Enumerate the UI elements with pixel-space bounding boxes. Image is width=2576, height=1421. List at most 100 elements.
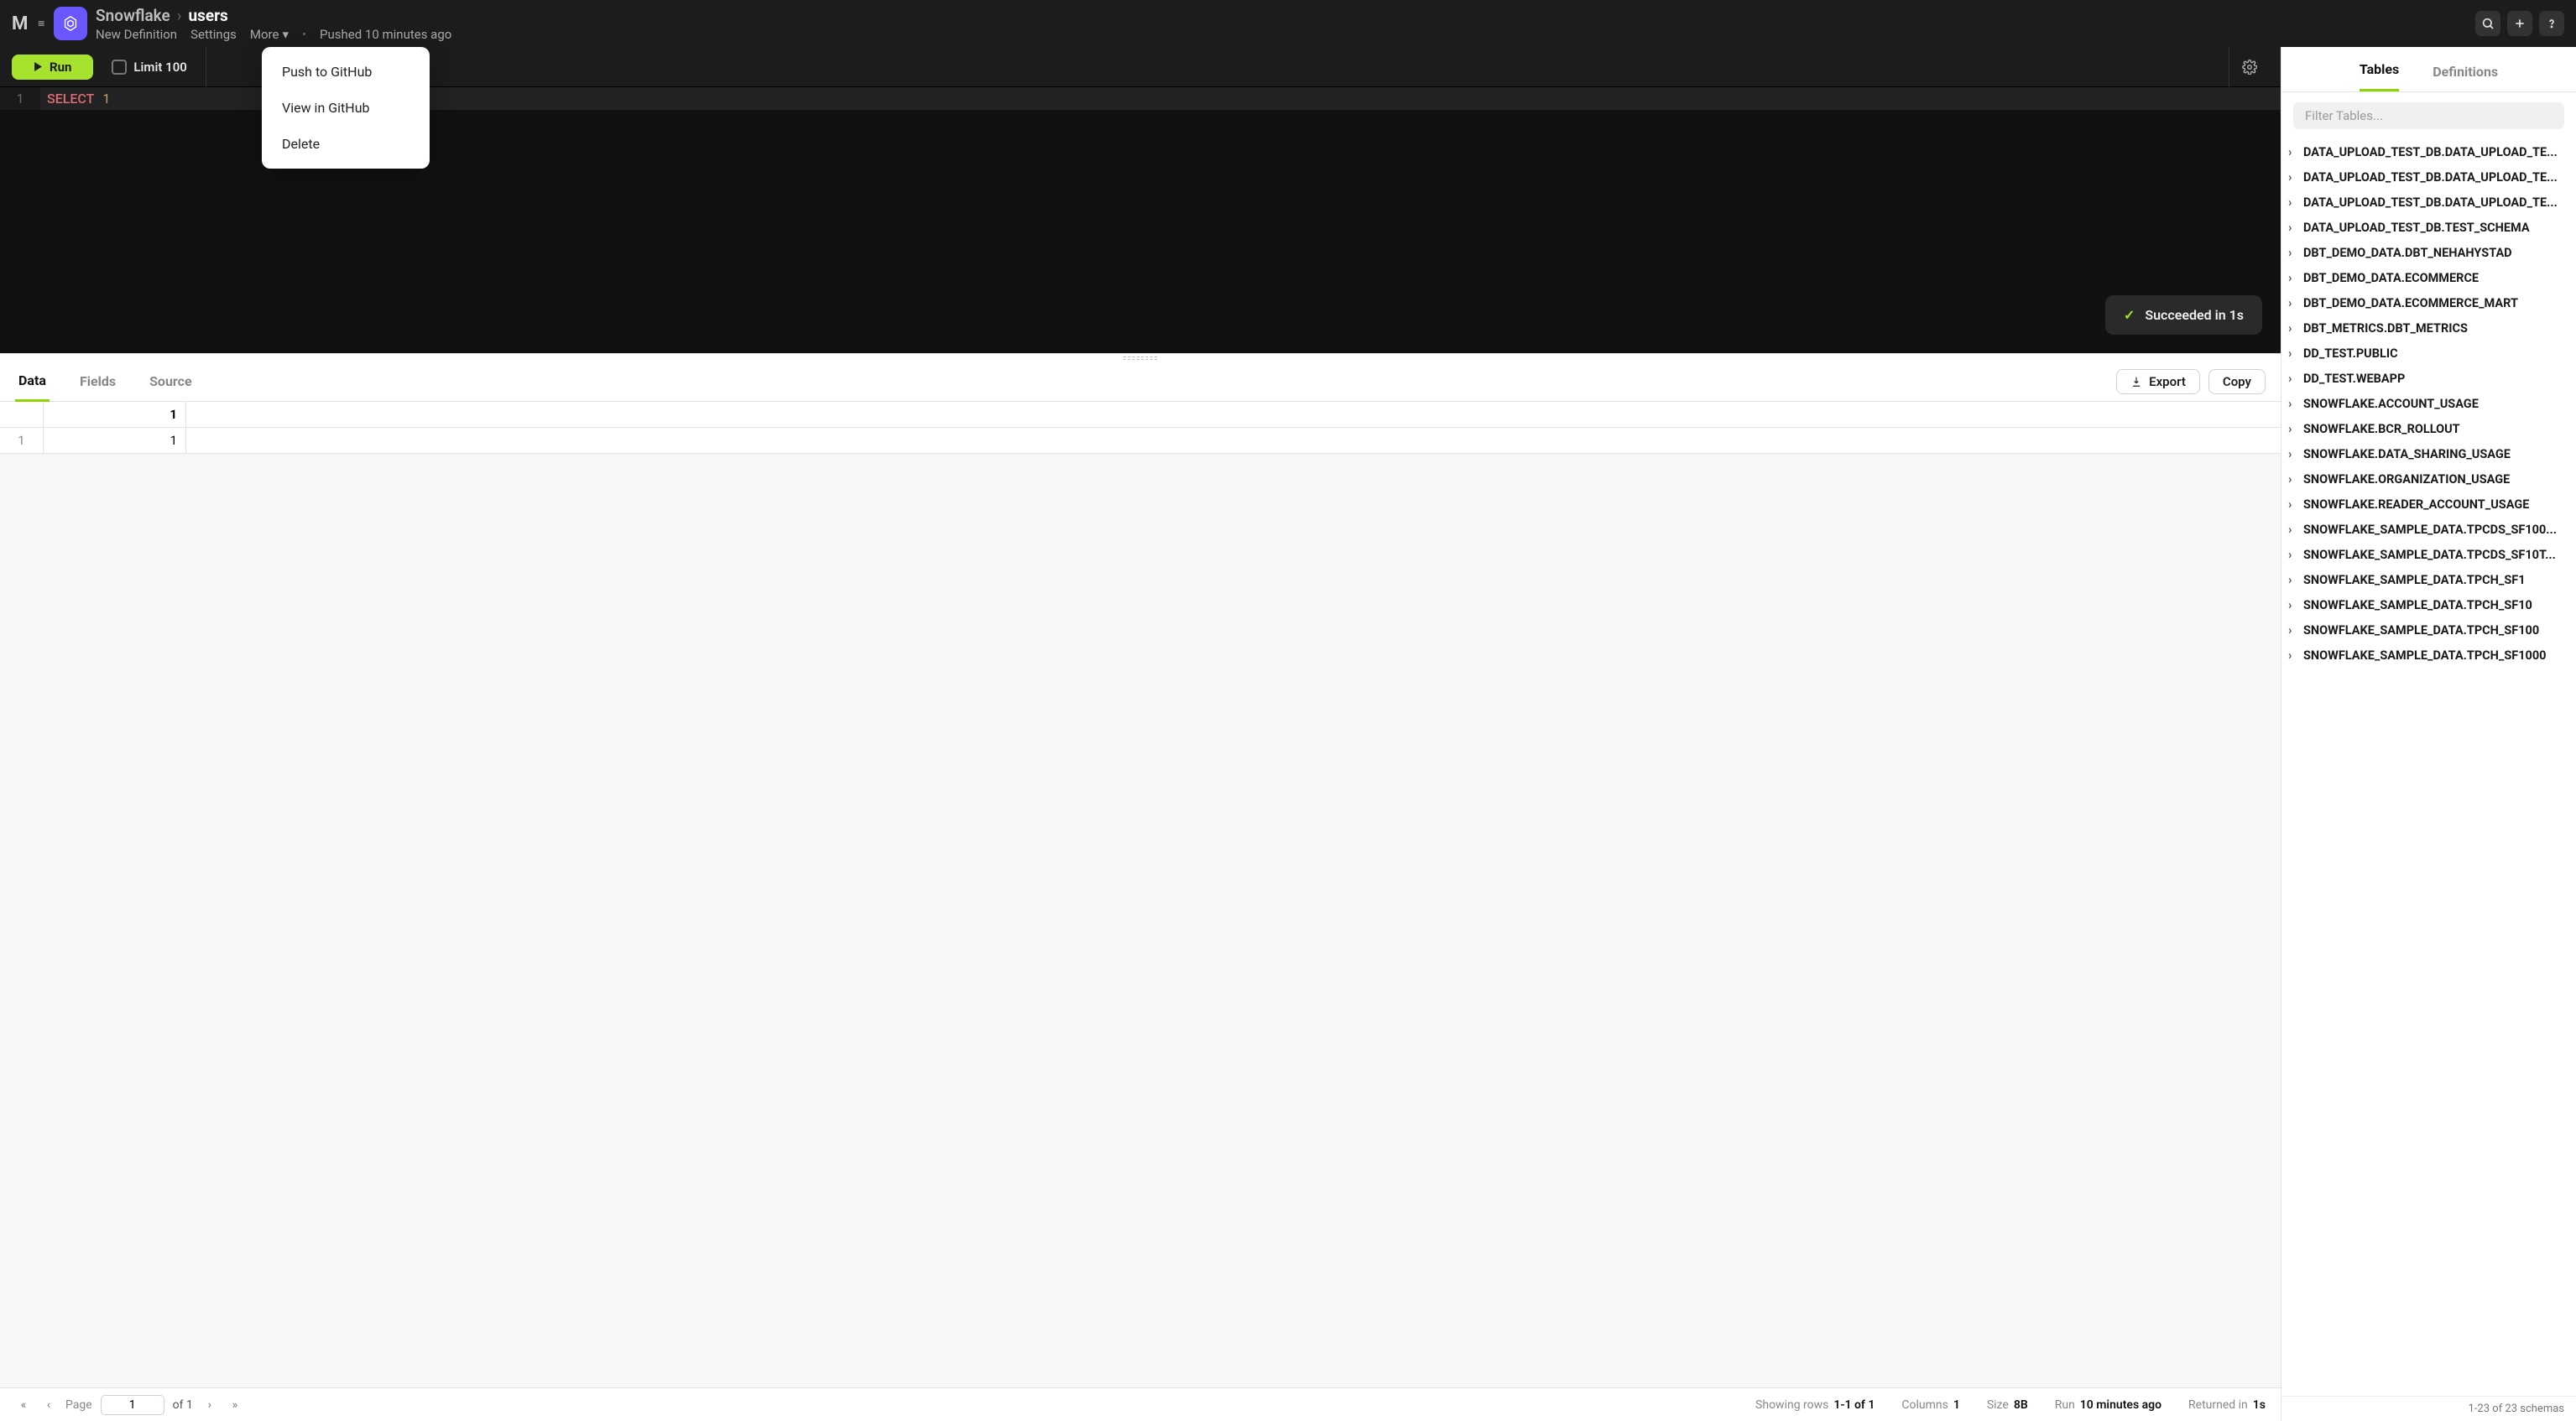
grid-corner bbox=[0, 402, 44, 427]
connection-icon[interactable] bbox=[54, 7, 87, 40]
results-header: Data Fields Source Export Copy bbox=[0, 362, 2281, 402]
settings-button[interactable] bbox=[2229, 47, 2269, 87]
schema-item[interactable]: ›DD_TEST.WEBAPP bbox=[2288, 366, 2569, 391]
limit-toggle[interactable]: Limit 100 bbox=[112, 60, 186, 75]
table-row[interactable]: 1 1 bbox=[0, 428, 2281, 454]
row-index: 1 bbox=[0, 428, 44, 453]
status-toast: ✓ Succeeded in 1s bbox=[2105, 295, 2262, 335]
side-tab-tables[interactable]: Tables bbox=[2360, 61, 2399, 91]
side-tab-definitions[interactable]: Definitions bbox=[2433, 64, 2498, 91]
limit-checkbox[interactable] bbox=[112, 60, 127, 75]
results-footer: « ‹ Page of 1 › » Showing rows1-1 of 1 C… bbox=[0, 1387, 2281, 1421]
schema-item[interactable]: ›DATA_UPLOAD_TEST_DB.DATA_UPLOAD_TE... bbox=[2288, 190, 2569, 215]
schema-item[interactable]: ›DBT_DEMO_DATA.ECOMMERCE_MART bbox=[2288, 290, 2569, 315]
schema-label: DATA_UPLOAD_TEST_DB.DATA_UPLOAD_TE... bbox=[2303, 195, 2558, 210]
schema-item[interactable]: ›SNOWFLAKE_SAMPLE_DATA.TPCH_SF1 bbox=[2288, 567, 2569, 592]
app-header: M Snowflake › users New Definition Setti… bbox=[0, 0, 2576, 47]
showing-value: 1-1 of 1 bbox=[1833, 1398, 1875, 1412]
schema-label: SNOWFLAKE_SAMPLE_DATA.TPCH_SF100 bbox=[2303, 623, 2539, 638]
push-to-github-item[interactable]: Push to GitHub bbox=[262, 54, 430, 90]
schema-item[interactable]: › SNOWFLAKE_SAMPLE_DATA.TPCH_SF1000 bbox=[2288, 643, 2569, 668]
new-definition-link[interactable]: New Definition bbox=[96, 27, 177, 42]
schema-label: DD_TEST.WEBAPP bbox=[2303, 372, 2405, 386]
pane-resize-handle[interactable] bbox=[0, 353, 2281, 362]
check-icon: ✓ bbox=[2124, 307, 2135, 323]
column-header[interactable]: 1 bbox=[44, 402, 186, 427]
settings-link[interactable]: Settings bbox=[190, 27, 237, 42]
run-button[interactable]: Run bbox=[12, 55, 93, 80]
schema-item[interactable]: ›DATA_UPLOAD_TEST_DB.TEST_SCHEMA bbox=[2288, 215, 2569, 240]
schema-item[interactable]: ›SNOWFLAKE_SAMPLE_DATA.TPCH_SF10 bbox=[2288, 592, 2569, 617]
export-button[interactable]: Export bbox=[2116, 369, 2200, 394]
add-button[interactable] bbox=[2507, 11, 2532, 36]
page-label: Page bbox=[65, 1398, 92, 1412]
schema-item[interactable]: ›SNOWFLAKE.ACCOUNT_USAGE bbox=[2288, 391, 2569, 416]
size-value: 8B bbox=[2014, 1398, 2028, 1412]
chevron-right-icon: › bbox=[2288, 346, 2298, 361]
schema-item[interactable]: ›SNOWFLAKE_SAMPLE_DATA.TPCDS_SF100... bbox=[2288, 517, 2569, 542]
page-prev-button[interactable]: ‹ bbox=[40, 1397, 57, 1413]
chevron-right-icon: › bbox=[2288, 271, 2298, 285]
schema-tree[interactable]: ›DATA_UPLOAD_TEST_DB.DATA_UPLOAD_TE...›D… bbox=[2281, 139, 2576, 1396]
search-button[interactable] bbox=[2475, 11, 2500, 36]
download-icon bbox=[2130, 376, 2142, 388]
chevron-right-icon: › bbox=[2288, 497, 2298, 512]
schema-item[interactable]: ›SNOWFLAKE.BCR_ROLLOUT bbox=[2288, 416, 2569, 441]
schema-count: 1-23 of 23 schemas bbox=[2281, 1396, 2576, 1421]
schema-item[interactable]: ›SNOWFLAKE_SAMPLE_DATA.TPCDS_SF10T... bbox=[2288, 542, 2569, 567]
tab-source[interactable]: Source bbox=[146, 362, 196, 402]
schema-item[interactable]: › SNOWFLAKE_SAMPLE_DATA.TPCH_SF100 bbox=[2288, 617, 2569, 643]
returned-value: 1s bbox=[2253, 1398, 2266, 1412]
play-icon bbox=[34, 62, 43, 71]
run-label: Run bbox=[2055, 1398, 2075, 1412]
schema-label: DD_TEST.PUBLIC bbox=[2303, 346, 2398, 361]
columns-value: 1 bbox=[1953, 1398, 1960, 1412]
schema-label: DBT_DEMO_DATA.DBT_NEHAHYSTAD bbox=[2303, 246, 2512, 260]
schema-item[interactable]: › SNOWFLAKE.READER_ACCOUNT_USAGE bbox=[2288, 492, 2569, 517]
size-label: Size bbox=[1987, 1398, 2009, 1412]
grid-header-row: 1 bbox=[0, 402, 2281, 428]
filter-tables-input[interactable] bbox=[2293, 102, 2564, 129]
schema-item[interactable]: ›DBT_DEMO_DATA.ECOMMERCE bbox=[2288, 265, 2569, 290]
schema-label: SNOWFLAKE_SAMPLE_DATA.TPCH_SF1 bbox=[2303, 573, 2526, 587]
copy-button[interactable]: Copy bbox=[2208, 369, 2266, 394]
schema-item[interactable]: ›DBT_DEMO_DATA.DBT_NEHAHYSTAD bbox=[2288, 240, 2569, 265]
schema-label: SNOWFLAKE.BCR_ROLLOUT bbox=[2303, 422, 2460, 436]
chevron-right-icon: › bbox=[2288, 623, 2298, 638]
page-first-button[interactable]: « bbox=[15, 1397, 32, 1413]
run-label: Run bbox=[50, 60, 71, 75]
schema-label: SNOWFLAKE_SAMPLE_DATA.TPCDS_SF100... bbox=[2303, 523, 2557, 537]
schema-label: DATA_UPLOAD_TEST_DB.DATA_UPLOAD_TE... bbox=[2303, 145, 2558, 159]
side-panel: Tables Definitions ›DATA_UPLOAD_TEST_DB.… bbox=[2281, 47, 2576, 1421]
schema-item[interactable]: ›DATA_UPLOAD_TEST_DB.DATA_UPLOAD_TE... bbox=[2288, 164, 2569, 190]
columns-label: Columns bbox=[1901, 1398, 1948, 1412]
help-button[interactable] bbox=[2539, 11, 2564, 36]
view-in-github-item[interactable]: View in GitHub bbox=[262, 90, 430, 126]
chevron-right-icon: › bbox=[2288, 321, 2298, 336]
sql-keyword: SELECT bbox=[47, 91, 94, 107]
query-toolbar: Run Limit 100 Push to GitHub View in Git… bbox=[0, 47, 2281, 87]
tab-fields[interactable]: Fields bbox=[76, 362, 119, 402]
chevron-right-icon: › bbox=[2288, 472, 2298, 487]
page-input[interactable] bbox=[101, 1395, 164, 1415]
tab-data[interactable]: Data bbox=[15, 362, 50, 402]
schema-item[interactable]: ›SNOWFLAKE.DATA_SHARING_USAGE bbox=[2288, 441, 2569, 466]
schema-item[interactable]: ›DBT_METRICS.DBT_METRICS bbox=[2288, 315, 2569, 341]
showing-label: Showing rows bbox=[1755, 1398, 1828, 1412]
page-last-button[interactable]: » bbox=[227, 1397, 243, 1413]
breadcrumb-database[interactable]: Snowflake bbox=[96, 6, 170, 25]
schema-label: SNOWFLAKE_SAMPLE_DATA.TPCH_SF1000 bbox=[2303, 648, 2547, 663]
breadcrumb-name[interactable]: users bbox=[188, 6, 227, 25]
schema-item[interactable]: › DATA_UPLOAD_TEST_DB.DATA_UPLOAD_TE... bbox=[2288, 139, 2569, 164]
schema-item[interactable]: ›SNOWFLAKE.ORGANIZATION_USAGE bbox=[2288, 466, 2569, 492]
chevron-right-icon: › bbox=[2288, 648, 2298, 663]
chevron-right-icon: › bbox=[2288, 145, 2298, 159]
app-logo[interactable]: M bbox=[12, 10, 45, 37]
results-grid[interactable]: 1 1 1 bbox=[0, 402, 2281, 1387]
more-label: More bbox=[250, 27, 279, 42]
schema-label: SNOWFLAKE.READER_ACCOUNT_USAGE bbox=[2303, 497, 2529, 512]
more-menu[interactable]: More ▾ bbox=[250, 27, 289, 42]
schema-item[interactable]: › DD_TEST.PUBLIC bbox=[2288, 341, 2569, 366]
page-next-button[interactable]: › bbox=[201, 1397, 218, 1413]
delete-item[interactable]: Delete bbox=[262, 126, 430, 162]
